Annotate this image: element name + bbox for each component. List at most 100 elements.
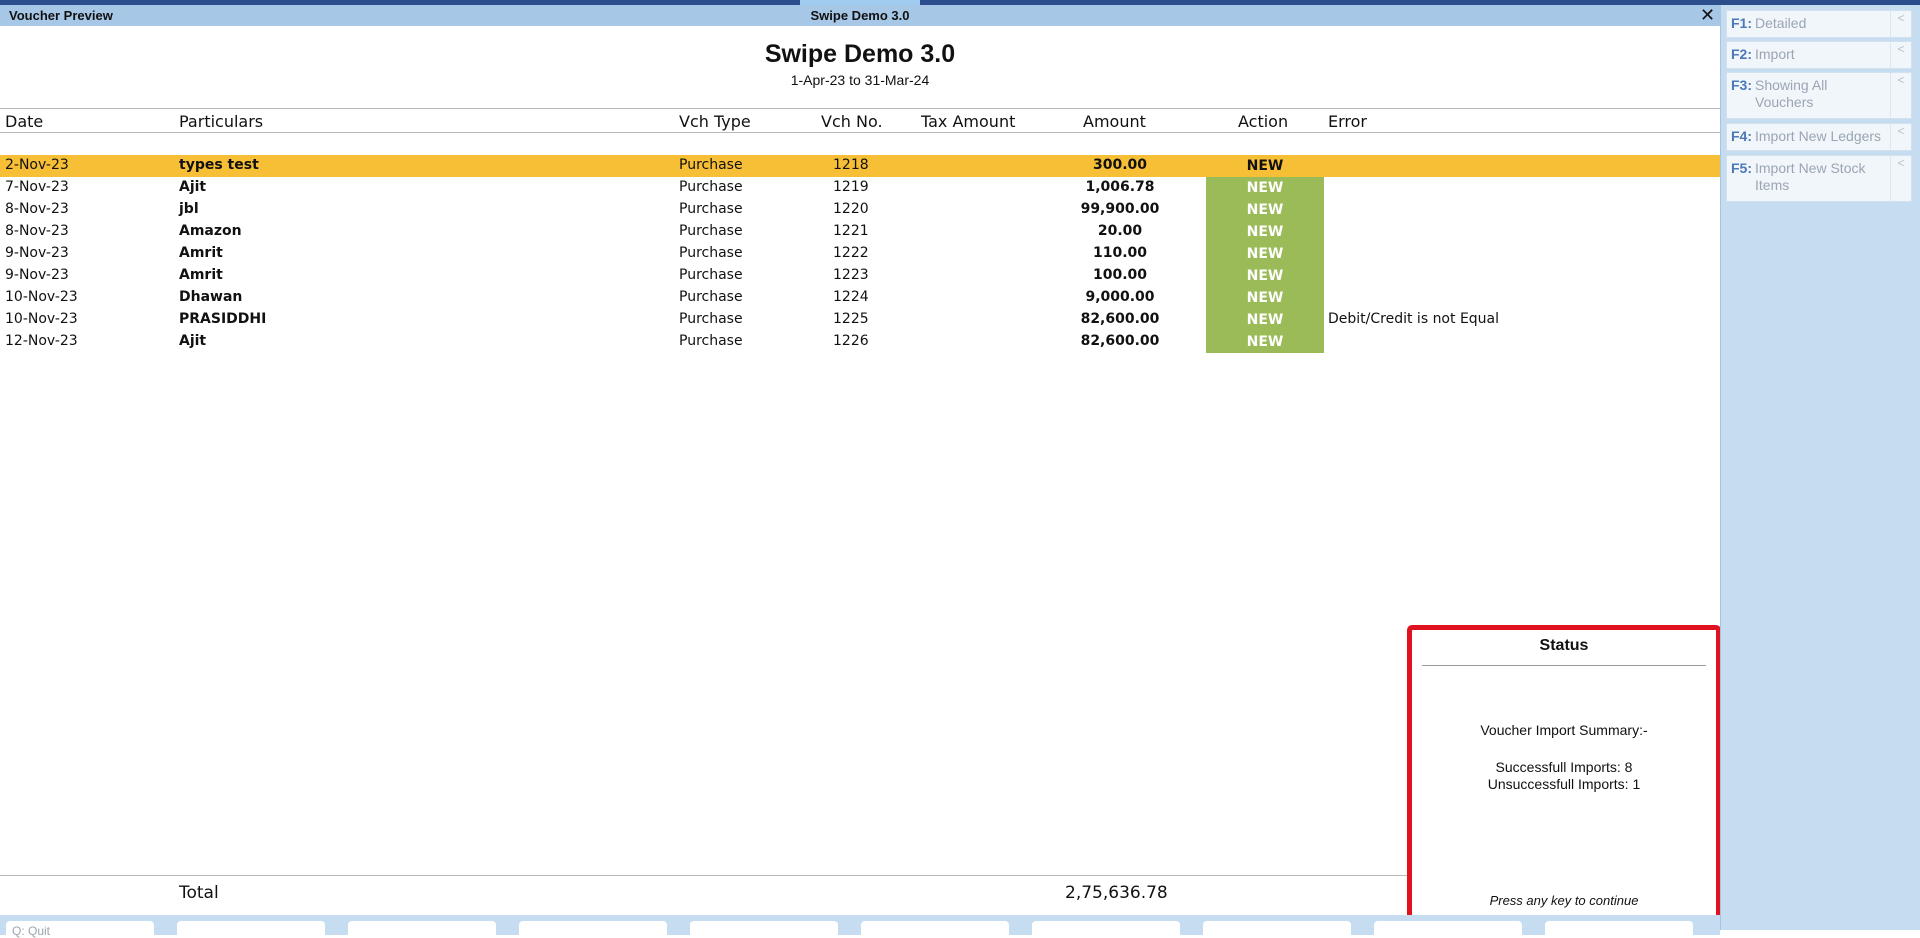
- row-vch-type: Purchase: [679, 267, 743, 283]
- row-vch-type: Purchase: [679, 333, 743, 349]
- table-row[interactable]: 8-Nov-23 Amazon Purchase 1221 20.00 NEW: [0, 221, 1720, 243]
- company-name: Swipe Demo 3.0: [764, 40, 956, 68]
- row-amount: 1,006.78: [1085, 179, 1155, 195]
- header-bottom-divider: [0, 132, 1720, 133]
- table-row[interactable]: 12-Nov-23 Ajit Purchase 1226 82,600.00 N…: [0, 331, 1720, 353]
- row-vch-no: 1225: [833, 311, 869, 327]
- row-action-badge: NEW: [1206, 221, 1324, 243]
- bottom-button-empty[interactable]: [1374, 921, 1522, 937]
- bottom-button-empty[interactable]: [1545, 921, 1693, 937]
- shortcut-key: F3:: [1731, 77, 1752, 93]
- total-label: Total: [179, 883, 219, 903]
- shortcut-key: F4:: [1731, 128, 1752, 144]
- col-header-date: Date: [5, 112, 44, 131]
- bottom-button-empty[interactable]: [1032, 921, 1180, 937]
- row-particulars: Ajit: [179, 333, 207, 349]
- row-particulars: Dhawan: [179, 289, 243, 305]
- table-row[interactable]: 9-Nov-23 Amrit Purchase 1222 110.00 NEW: [0, 243, 1720, 265]
- row-particulars: Amrit: [179, 245, 223, 261]
- voucher-preview-window: Voucher Preview Swipe Demo 3.0 ✕ Swipe D…: [0, 5, 1721, 938]
- col-header-particulars: Particulars: [179, 112, 264, 131]
- row-amount: 9,000.00: [1085, 289, 1155, 305]
- row-amount: 300.00: [1092, 157, 1148, 173]
- import-summary-heading: Voucher Import Summary:-: [1480, 722, 1648, 738]
- chevron-left-icon: <: [1890, 73, 1911, 118]
- row-date: 12-Nov-23: [5, 333, 78, 349]
- report-period: 1-Apr-23 to 31-Mar-24: [790, 72, 930, 88]
- button-label: Showing All Vouchers: [1755, 77, 1828, 110]
- total-amount: 2,75,636.78: [1065, 883, 1168, 903]
- table-row[interactable]: 2-Nov-23 types test Purchase 1218 300.00…: [0, 155, 1720, 177]
- row-particulars: Amazon: [179, 223, 242, 239]
- row-date: 2-Nov-23: [5, 157, 69, 173]
- row-action-badge: NEW: [1246, 158, 1284, 174]
- table-row[interactable]: 10-Nov-23 Dhawan Purchase 1224 9,000.00 …: [0, 287, 1720, 309]
- bottom-button-empty[interactable]: [690, 921, 838, 937]
- row-amount: 100.00: [1092, 267, 1148, 283]
- detailed-button[interactable]: F1: Detailed <: [1726, 10, 1912, 38]
- col-header-amount: Amount: [1083, 112, 1146, 131]
- show-all-vouchers-button[interactable]: F3: Showing All Vouchers <: [1726, 72, 1912, 119]
- button-label: Import New Stock Items: [1755, 160, 1866, 193]
- col-header-vch-no: Vch No.: [821, 112, 883, 131]
- row-error: Debit/Credit is not Equal: [1328, 311, 1500, 327]
- table-row[interactable]: 10-Nov-23 PRASIDDHI Purchase 1225 82,600…: [0, 309, 1720, 331]
- title-bar: Voucher Preview Swipe Demo 3.0 ✕: [0, 5, 1720, 26]
- status-title: Status: [1539, 637, 1589, 654]
- close-icon[interactable]: ✕: [1700, 5, 1715, 26]
- import-new-ledgers-button[interactable]: F4: Import New Ledgers <: [1726, 123, 1912, 151]
- window-company-title: Swipe Demo 3.0: [810, 8, 910, 23]
- row-action-badge: NEW: [1206, 199, 1324, 221]
- bottom-button-empty[interactable]: [177, 921, 325, 937]
- row-vch-no: 1220: [833, 201, 869, 217]
- row-date: 9-Nov-23: [5, 245, 69, 261]
- row-vch-type: Purchase: [679, 201, 743, 217]
- row-particulars: Amrit: [179, 267, 223, 283]
- row-amount: 110.00: [1092, 245, 1148, 261]
- button-label: Import: [1755, 46, 1795, 62]
- col-header-tax-amount: Tax Amount: [921, 112, 1016, 131]
- row-particulars: PRASIDDHI: [179, 311, 267, 327]
- row-date: 9-Nov-23: [5, 267, 69, 283]
- row-vch-type: Purchase: [679, 179, 743, 195]
- row-action-badge: NEW: [1206, 177, 1324, 199]
- row-date: 8-Nov-23: [5, 223, 69, 239]
- col-header-vch-type: Vch Type: [679, 112, 751, 131]
- row-vch-no: 1223: [833, 267, 869, 283]
- quit-button[interactable]: Q: Quit: [6, 921, 154, 938]
- row-vch-no: 1222: [833, 245, 869, 261]
- status-divider: [1422, 665, 1706, 666]
- chevron-left-icon: <: [1890, 11, 1911, 37]
- row-action-badge: NEW: [1206, 287, 1324, 309]
- button-label: Import New Ledgers: [1755, 128, 1882, 144]
- bottom-button-empty[interactable]: [1203, 921, 1351, 937]
- button-label: Detailed: [1755, 15, 1807, 31]
- import-button[interactable]: F2: Import <: [1726, 41, 1912, 69]
- table-row[interactable]: 9-Nov-23 Amrit Purchase 1223 100.00 NEW: [0, 265, 1720, 287]
- row-amount: 82,600.00: [1080, 311, 1160, 327]
- row-vch-no: 1218: [833, 157, 869, 173]
- chevron-left-icon: <: [1890, 156, 1911, 201]
- bottom-button-empty[interactable]: [348, 921, 496, 937]
- table-row[interactable]: 7-Nov-23 Ajit Purchase 1219 1,006.78 NEW: [0, 177, 1720, 199]
- import-new-stock-items-button[interactable]: F5: Import New Stock Items <: [1726, 155, 1912, 202]
- shortcut-key: F5:: [1731, 160, 1752, 176]
- row-vch-no: 1226: [833, 333, 869, 349]
- chevron-left-icon: <: [1890, 124, 1911, 150]
- shortcut-key: F1:: [1731, 15, 1752, 31]
- col-header-action: Action: [1238, 112, 1289, 131]
- row-action-badge: NEW: [1206, 243, 1324, 265]
- table-row[interactable]: 8-Nov-23 jbl Purchase 1220 99,900.00 NEW: [0, 199, 1720, 221]
- col-header-error: Error: [1328, 112, 1367, 131]
- bottom-button-bar: Q: Quit: [0, 915, 1720, 938]
- chevron-left-icon: <: [1890, 42, 1911, 68]
- quit-button-label: Q: Quit: [12, 924, 51, 938]
- row-particulars: Ajit: [179, 179, 207, 195]
- continue-prompt: Press any key to continue: [1489, 893, 1639, 908]
- window-title: Voucher Preview: [9, 8, 113, 23]
- shortcut-key: F2:: [1731, 46, 1752, 62]
- bottom-button-empty[interactable]: [519, 921, 667, 937]
- row-date: 7-Nov-23: [5, 179, 69, 195]
- bottom-button-empty[interactable]: [861, 921, 1009, 937]
- row-action-badge: NEW: [1206, 309, 1324, 331]
